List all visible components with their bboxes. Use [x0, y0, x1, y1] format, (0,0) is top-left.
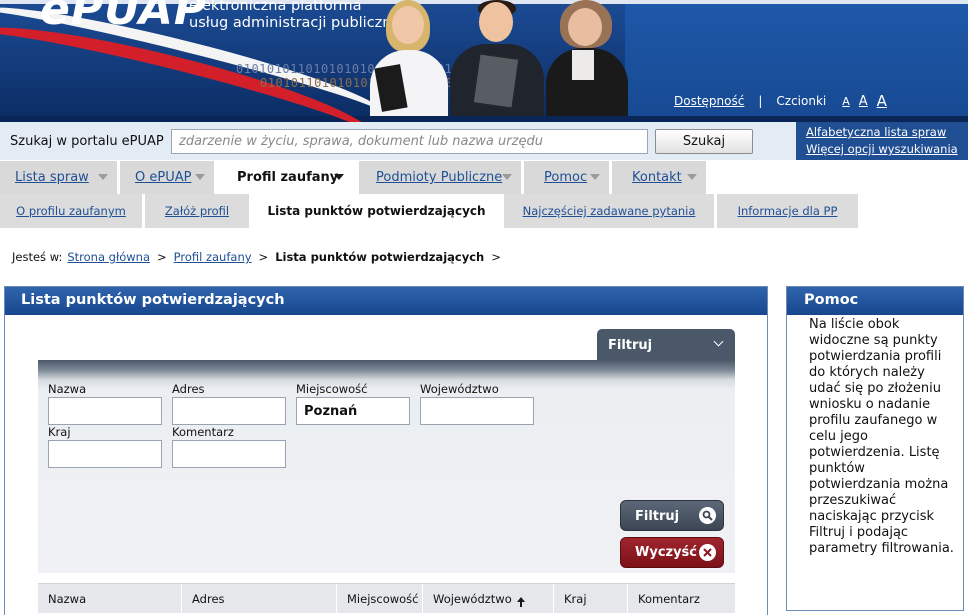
filter-form: Nazwa Adres Miejscowość Województwo Kraj…: [38, 360, 735, 573]
breadcrumb-separator: >: [258, 250, 269, 264]
chevron-down-icon: [713, 336, 724, 347]
column-header-wojewodztwo[interactable]: Województwo: [422, 584, 553, 614]
breadcrumb-home-link[interactable]: Strona główna: [67, 250, 150, 264]
font-size-small-button[interactable]: A: [842, 95, 850, 108]
nav-tab-lista-spraw[interactable]: Lista spraw: [0, 161, 117, 194]
column-header-miejscowosc[interactable]: Miejscowość: [336, 584, 422, 614]
kraj-input[interactable]: [48, 440, 162, 468]
miejscowosc-input[interactable]: [296, 397, 410, 425]
nav-tab-label: Pomoc: [544, 170, 588, 185]
nav-tab-label: Profil zaufany: [237, 170, 339, 185]
wojewodztwo-input[interactable]: [420, 397, 534, 425]
nav-tab-profil-zaufany[interactable]: Profil zaufany: [217, 161, 356, 194]
accessibility-bar: Dostępność | Czcionki A A A: [674, 92, 887, 110]
column-header-komentarz[interactable]: Komentarz: [627, 584, 735, 614]
column-header-label: Województwo: [433, 592, 512, 606]
breadcrumb-section-link[interactable]: Profil zaufany: [174, 250, 252, 264]
filter-tab-label: Filtruj: [608, 338, 653, 353]
subtab-o-profilu[interactable]: O profilu zaufanym: [0, 194, 142, 228]
clear-button-label: Wyczyść: [635, 545, 698, 560]
help-panel: Pomoc Na liście obok widoczne są punkty …: [786, 286, 964, 611]
chevron-down-icon: [687, 174, 697, 180]
nav-tab-label: Kontakt: [632, 170, 682, 185]
sub-navigation: O profilu zaufanym Załóż profil Lista pu…: [0, 194, 968, 228]
panel-title: Lista punktów potwierdzających: [5, 287, 767, 315]
search-icon: [699, 507, 716, 524]
column-header-kraj[interactable]: Kraj: [553, 584, 627, 614]
nav-tab-kontakt[interactable]: Kontakt: [612, 161, 706, 194]
chevron-down-icon: [195, 174, 205, 180]
adres-input[interactable]: [172, 397, 286, 425]
breadcrumb-prefix: Jesteś w:: [12, 250, 63, 264]
sort-ascending-icon: [516, 597, 525, 607]
column-header-adres[interactable]: Adres: [181, 584, 336, 614]
nav-tab-label: Podmioty Publiczne: [376, 170, 503, 185]
nazwa-label: Nazwa: [48, 382, 87, 396]
clear-button[interactable]: Wyczyść: [620, 537, 724, 568]
nazwa-input[interactable]: [48, 397, 162, 425]
header-banner: ePUAP elektroniczna platforma usług admi…: [0, 0, 968, 122]
search-label: Szukaj w portalu ePUAP: [10, 134, 164, 149]
breadcrumb-separator: >: [157, 250, 167, 264]
person-woman-illustration: [362, 0, 452, 116]
font-size-label: Czcionki: [776, 94, 827, 108]
nav-tab-label: Lista spraw: [15, 170, 89, 185]
adres-label: Adres: [172, 382, 205, 396]
filter-button-label: Filtruj: [635, 509, 680, 524]
nav-tab-pomoc[interactable]: Pomoc: [524, 161, 609, 194]
epuap-logo[interactable]: ePUAP: [40, 0, 207, 35]
column-header-nazwa[interactable]: Nazwa: [38, 584, 181, 614]
results-table-header: Nazwa Adres Miejscowość Województwo Kraj…: [38, 583, 735, 614]
wojewodztwo-label: Województwo: [420, 382, 499, 396]
close-icon: [699, 544, 716, 561]
font-size-large-button[interactable]: A: [877, 92, 887, 110]
komentarz-label: Komentarz: [172, 425, 234, 439]
confirmation-points-panel: Lista punktów potwierdzających Filtruj N…: [4, 286, 768, 615]
font-size-medium-button[interactable]: A: [859, 94, 868, 109]
chevron-down-icon: [502, 174, 512, 180]
breadcrumb-separator: >: [491, 250, 501, 264]
alphabetical-list-link[interactable]: Alfabetyczna lista spraw: [806, 124, 968, 141]
chevron-down-icon: [590, 174, 600, 180]
kraj-label: Kraj: [48, 425, 71, 439]
accessibility-separator: |: [758, 94, 763, 108]
breadcrumb-current: Lista punktów potwierdzających: [275, 250, 485, 264]
main-navigation: Lista spraw O ePUAP Profil zaufany Podmi…: [0, 160, 968, 194]
accessibility-link[interactable]: Dostępność: [674, 94, 744, 108]
person-man-illustration: [444, 0, 548, 116]
komentarz-input[interactable]: [172, 440, 286, 468]
nav-tab-label: O ePUAP: [135, 170, 192, 185]
search-button[interactable]: Szukaj: [655, 129, 753, 154]
breadcrumb: Jesteś w: Strona główna > Profil zaufany…: [12, 250, 508, 264]
nav-tab-o-epuap[interactable]: O ePUAP: [120, 161, 214, 194]
filter-button[interactable]: Filtruj: [620, 500, 724, 531]
subtab-lista-punktow[interactable]: Lista punktów potwierdzających: [252, 194, 501, 228]
search-input[interactable]: [171, 129, 648, 154]
search-links: Alfabetyczna lista spraw Więcej opcji wy…: [796, 122, 968, 160]
help-title: Pomoc: [787, 287, 963, 315]
nav-tab-podmioty-publiczne[interactable]: Podmioty Publiczne: [359, 161, 521, 194]
help-text: Na liście obok widoczne są punkty potwie…: [809, 317, 954, 556]
subtab-zaloz-profil[interactable]: Załóż profil: [145, 194, 249, 228]
filter-toggle-tab[interactable]: Filtruj: [597, 329, 735, 362]
chevron-down-icon: [98, 174, 108, 180]
person-older-woman-illustration: [544, 0, 630, 116]
subtab-informacje-pp[interactable]: Informacje dla PP: [717, 194, 858, 228]
chevron-down-icon: [334, 174, 344, 180]
more-search-options-link[interactable]: Więcej opcji wyszukiwania: [806, 141, 968, 158]
subtab-faq[interactable]: Najczęściej zadawane pytania: [504, 194, 714, 228]
miejscowosc-label: Miejscowość: [296, 382, 368, 396]
